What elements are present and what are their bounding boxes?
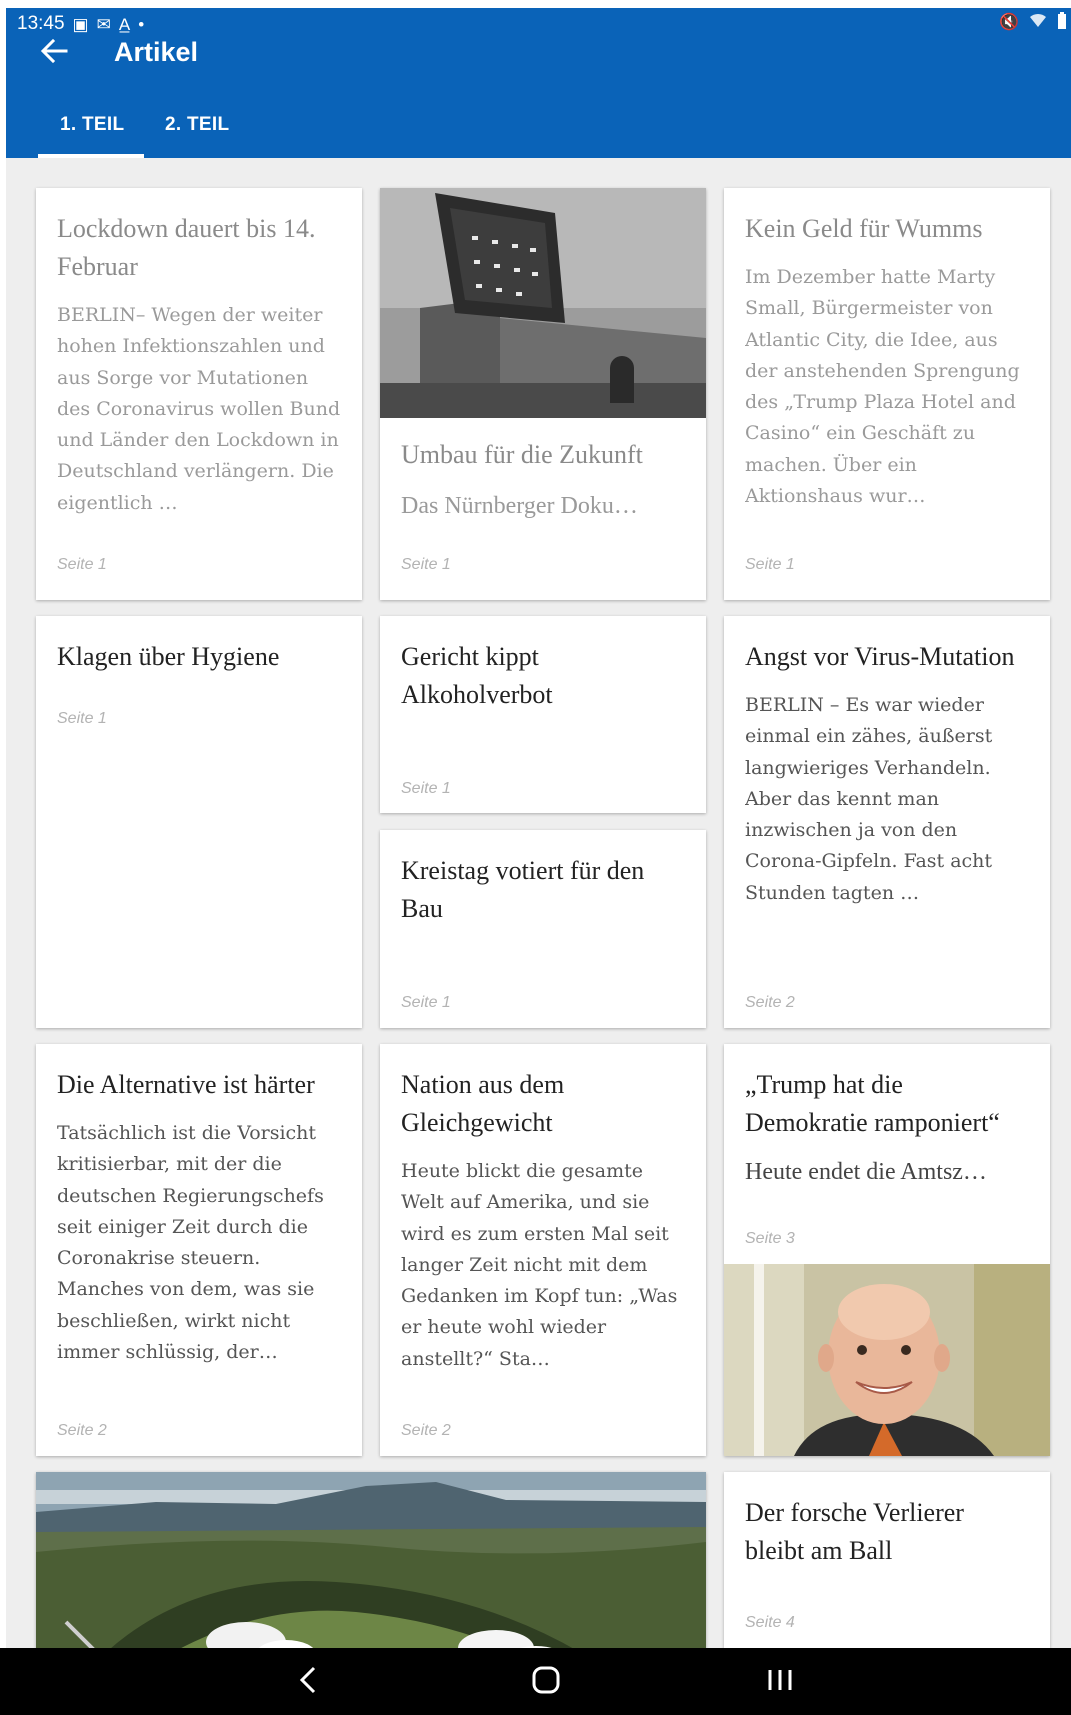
page-title: Artikel [114,37,199,67]
article-card-umbau[interactable]: Umbau für die Zukunft Das Nürnberger Dok… [380,188,706,600]
article-card-kreistag[interactable]: Kreistag votiert für den Bau Seite 1 [380,830,706,1028]
status-time: 13:45 [17,13,65,34]
active-tab-indicator [38,154,144,158]
back-nav-icon[interactable] [298,1664,318,1701]
article-teaser: Heute endet die Amtsz… [745,1159,987,1185]
tab-teil-1[interactable]: 1. TEIL [60,114,124,136]
article-page: Seite 1 [401,556,451,573]
article-card-wumms[interactable]: Kein Geld für Wumms Im Dezember hatte Ma… [724,188,1050,600]
article-page: Seite 3 [745,1230,795,1247]
mail-icon: ✉ [96,14,111,34]
article-page: Seite 1 [57,710,107,727]
back-arrow-icon[interactable] [40,38,68,70]
translate-icon: A̲ [118,14,131,34]
article-page: Seite 2 [57,1422,107,1439]
wifi-icon [1029,12,1047,35]
article-page: Seite 1 [401,994,451,1011]
article-card-lockdown[interactable]: Lockdown dauert bis 14. Februar BERLIN– … [36,188,362,600]
article-card-trump-interview[interactable]: „Trump hat die Demokratie ramponiert“ He… [724,1044,1050,1456]
article-page: Seite 2 [745,994,795,1011]
article-card-nation[interactable]: Nation aus dem Gleichgewicht Heute blick… [380,1044,706,1456]
screen: 13:45 ▣ ✉ A̲ • 🔇 Artikel 1. TEIL 2. TEIL… [6,8,1071,1715]
battery-icon [1057,12,1067,35]
article-card-verlierer[interactable]: Der forsche Verlierer bleibt am Ball Sei… [724,1472,1050,1648]
article-card-virus-mutation[interactable]: Angst vor Virus-Mutation BERLIN – Es war… [724,616,1050,1028]
article-title: Angst vor Virus-Mutation [745,642,1015,671]
status-bar-right: 🔇 [999,12,1067,35]
article-title: Kreistag votiert für den Bau [401,856,645,923]
article-teaser: Tatsächlich ist die Vorsicht kritisierba… [57,1122,324,1364]
system-nav-bar [0,1648,1071,1715]
recents-nav-icon[interactable] [766,1664,794,1701]
article-card-hygiene[interactable]: Klagen über Hygiene Seite 1 [36,616,362,1028]
article-title: Nation aus dem Gleichgewicht [401,1070,565,1137]
article-title: Die Alternative ist härter [57,1070,315,1099]
article-page: Seite 1 [57,556,107,573]
article-teaser: Das Nürnberger Doku… [401,493,638,519]
app-bar: 13:45 ▣ ✉ A̲ • 🔇 Artikel 1. TEIL 2. TEIL [6,8,1071,158]
article-title: Gericht kippt Alkoholverbot [401,642,553,709]
image-icon: ▣ [72,14,89,34]
article-teaser: BERLIN – Es war wieder einmal ein zähes,… [745,694,993,904]
article-title: „Trump hat die Demokratie ramponiert“ [745,1070,1000,1137]
mute-icon: 🔇 [999,14,1019,31]
portrait-photo [724,1264,1050,1456]
tab-teil-2[interactable]: 2. TEIL [165,114,229,136]
home-nav-icon[interactable] [531,1664,561,1701]
article-title: Klagen über Hygiene [57,642,280,671]
article-card-landscape[interactable] [36,1472,706,1662]
article-card-alternative[interactable]: Die Alternative ist härter Tatsächlich i… [36,1044,362,1456]
article-page: Seite 1 [401,780,451,797]
article-teaser: BERLIN– Wegen der weiter hohen Infektion… [57,304,341,514]
status-bar: 13:45 ▣ ✉ A̲ • [17,12,144,36]
dot-icon: • [138,14,145,34]
building-photo [380,188,706,418]
article-teaser: Heute blickt die gesamte Welt auf Amerik… [401,1160,678,1370]
article-title: Lockdown dauert bis 14. Februar [57,214,316,281]
article-page: Seite 4 [745,1614,795,1631]
article-teaser: Im Dezember hatte Marty Small, Bürgermei… [745,266,1020,508]
article-page: Seite 1 [745,556,795,573]
article-page: Seite 2 [401,1422,451,1439]
article-title: Kein Geld für Wumms [745,214,983,243]
article-card-alkoholverbot[interactable]: Gericht kippt Alkoholverbot Seite 1 [380,616,706,813]
article-title: Der forsche Verlierer bleibt am Ball [745,1498,964,1565]
landscape-photo [36,1472,706,1662]
article-title: Umbau für die Zukunft [401,440,643,469]
